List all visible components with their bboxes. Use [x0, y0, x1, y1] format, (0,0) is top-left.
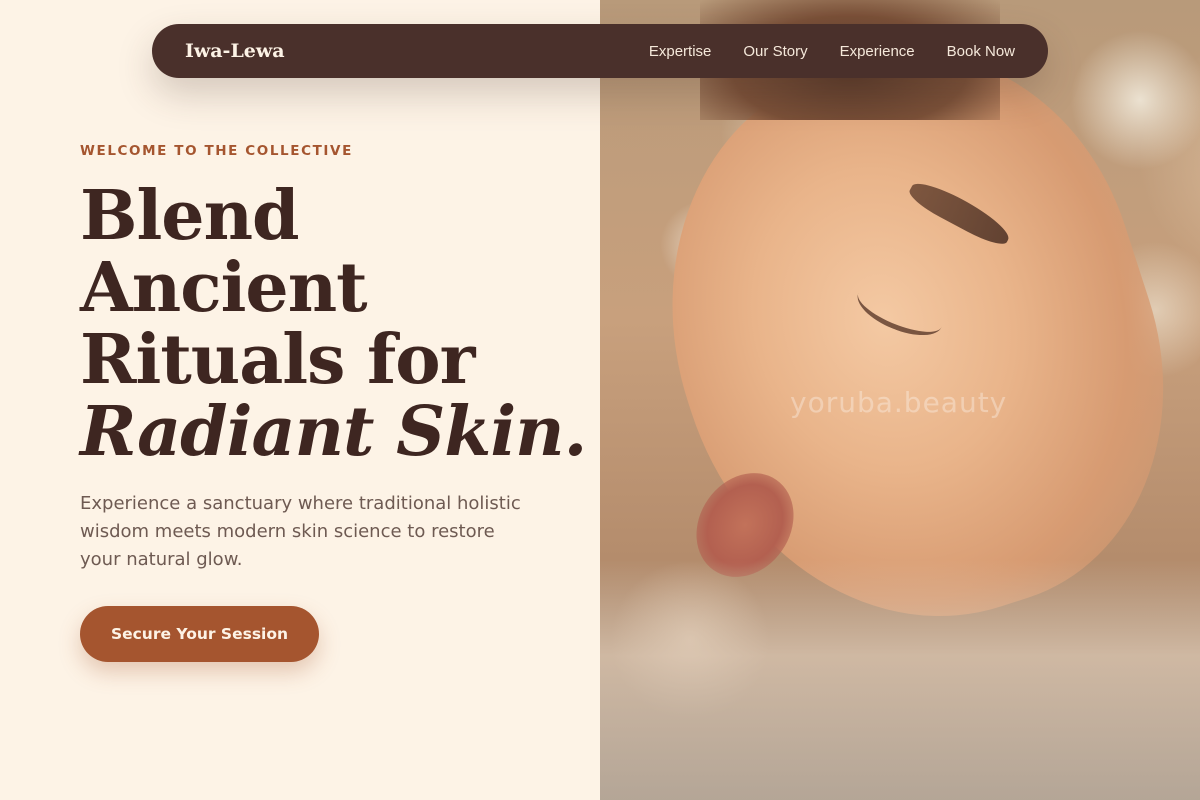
nav-link-book-now[interactable]: Book Now: [947, 43, 1015, 60]
headline-line-1: Blend: [80, 176, 300, 256]
secure-session-button[interactable]: Secure Your Session: [80, 606, 319, 662]
nav-link-our-story[interactable]: Our Story: [743, 43, 807, 60]
fabric-veil: [600, 560, 1200, 800]
hero-eyebrow: WELCOME TO THE COLLECTIVE: [80, 143, 353, 159]
nav-link-experience[interactable]: Experience: [840, 43, 915, 60]
brand-logo[interactable]: Iwa-Lewa: [185, 40, 285, 62]
hero-subtext: Experience a sanctuary where traditional…: [80, 493, 521, 570]
headline-line-3: Rituals for: [80, 320, 475, 400]
headline-line-2: Ancient: [80, 248, 368, 328]
nav-links: Expertise Our Story Experience Book Now: [649, 43, 1015, 60]
hero-headline: Blend Ancient Rituals for Radiant Skin.: [80, 176, 587, 472]
top-navbar: Iwa-Lewa Expertise Our Story Experience …: [152, 24, 1048, 78]
image-watermark: yoruba.beauty: [790, 386, 1008, 419]
headline-accent: Radiant Skin.: [80, 392, 587, 472]
nav-link-expertise[interactable]: Expertise: [649, 43, 712, 60]
